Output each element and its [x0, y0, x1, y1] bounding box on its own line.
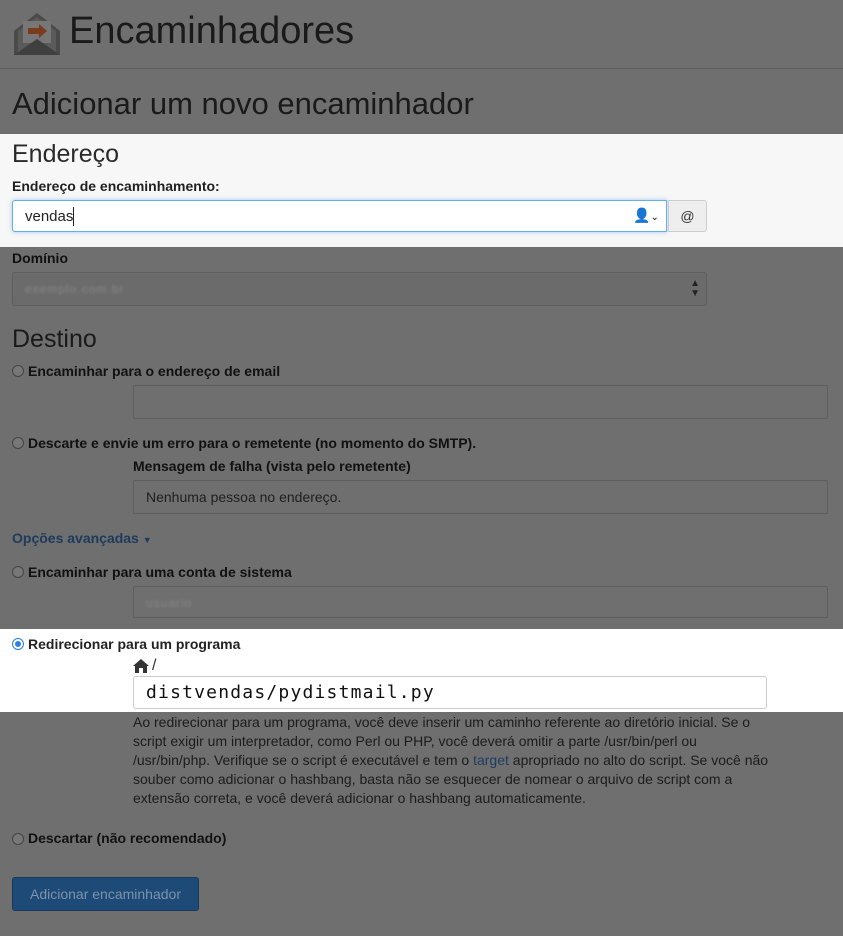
radio-forward-email[interactable]	[12, 365, 24, 377]
caret-down-icon: ▼	[142, 535, 152, 545]
pipe-program-value: distvendas/pydistmail.py	[146, 682, 435, 703]
destination-heading: Destino	[12, 325, 97, 353]
system-account-select[interactable]: usuario	[133, 586, 828, 618]
pipe-help-text: Ao redirecionar para um programa, você d…	[133, 713, 773, 808]
forward-email-label: Encaminhar para o endereço de email	[28, 363, 281, 379]
forwarder-envelope-icon	[14, 13, 60, 55]
discard-error-label: Descarte e envie um erro para o remetent…	[28, 435, 477, 451]
forward-address-input[interactable]: vendas 👤⌄	[12, 200, 667, 232]
select-arrows-icon: ▲ ▼	[690, 278, 700, 299]
domain-label: Domínio	[12, 250, 68, 266]
radio-system-account[interactable]	[12, 566, 24, 578]
header-divider	[0, 68, 843, 69]
radio-pipe-program[interactable]	[12, 638, 24, 650]
forward-address-label: Endereço de encaminhamento:	[12, 178, 220, 194]
radio-discard[interactable]	[12, 833, 24, 845]
home-icon	[133, 659, 149, 673]
page-title: Adicionar um novo encaminhador	[12, 86, 474, 121]
advanced-options-label: Opções avançadas	[12, 530, 139, 546]
forward-address-value: vendas	[25, 208, 74, 225]
system-account-value: usuario	[146, 596, 193, 610]
user-icon: 👤	[633, 207, 651, 223]
domain-value: exemplo.com.br	[25, 282, 125, 296]
user-dropdown-toggle[interactable]: 👤⌄	[633, 207, 659, 224]
failure-message-input[interactable]: Nenhuma pessoa no endereço.	[133, 480, 828, 514]
at-symbol-addon: @	[668, 200, 707, 232]
failure-message-label: Mensagem de falha (vista pelo remetente)	[133, 458, 411, 474]
domain-select[interactable]: exemplo.com.br ▲ ▼	[12, 272, 707, 306]
radio-discard-error[interactable]	[12, 437, 24, 449]
failure-message-value: Nenhuma pessoa no endereço.	[146, 489, 342, 505]
text-cursor	[73, 207, 74, 226]
pipe-program-input[interactable]: distvendas/pydistmail.py	[133, 676, 767, 709]
chevron-down-icon: ⌄	[650, 212, 659, 223]
discard-label: Descartar (não recomendado)	[28, 830, 227, 846]
target-link[interactable]: target	[473, 752, 509, 768]
system-account-label: Encaminhar para uma conta de sistema	[28, 564, 292, 580]
app-title: Encaminhadores	[69, 10, 355, 52]
advanced-options-toggle[interactable]: Opções avançadas ▼	[12, 530, 152, 546]
pipe-program-label: Redirecionar para um programa	[28, 636, 241, 652]
forward-email-input[interactable]	[133, 385, 828, 419]
path-separator: /	[152, 657, 157, 674]
address-heading: Endereço	[12, 140, 120, 168]
add-forwarder-button[interactable]: Adicionar encaminhador	[12, 877, 199, 911]
